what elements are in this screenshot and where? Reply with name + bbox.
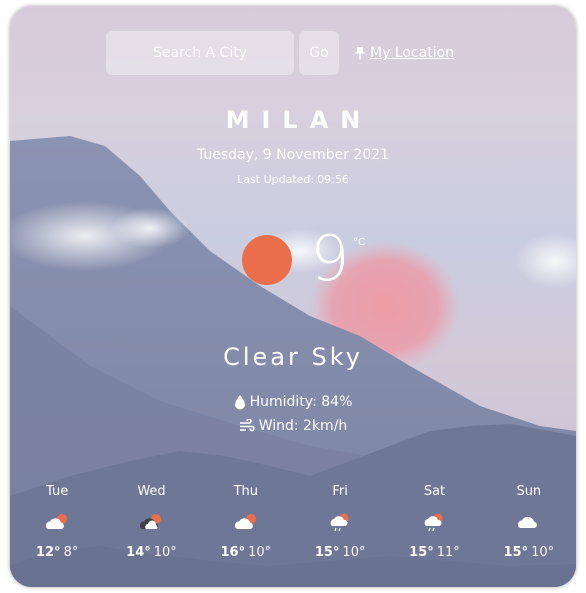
forecast-day: Fri 15° 10°: [293, 484, 387, 560]
low-temp: 10°: [342, 545, 366, 560]
last-updated-time: 09:56: [317, 173, 349, 186]
rain-sun-icon: [387, 505, 481, 539]
cloud-icon: [482, 505, 576, 539]
humidity-label: Humidity:: [249, 394, 317, 410]
my-location-link[interactable]: My Location: [354, 45, 454, 61]
wind-label: Wind:: [258, 418, 299, 434]
pin-icon: [355, 47, 365, 60]
wind-value: 2km/h: [303, 418, 348, 434]
humidity-value: 84%: [321, 394, 353, 410]
day-temps: 14° 10°: [104, 545, 198, 560]
day-name: Tue: [46, 484, 69, 499]
day-temps: 12° 8°: [10, 545, 104, 560]
partly-cloudy-icon: [199, 505, 293, 539]
day-name: Sun: [516, 484, 542, 499]
high-temp: 15°: [503, 545, 529, 560]
day-name: Thu: [233, 484, 259, 499]
forecast-day: Tue 12° 8°: [10, 484, 104, 560]
high-temp: 15°: [314, 545, 340, 560]
droplet-icon: [234, 395, 245, 410]
forecast-day: Sun 15° 10°: [482, 484, 576, 560]
partly-cloudy-icon: [10, 505, 104, 539]
temperature-unit: °C: [353, 237, 365, 248]
low-temp: 10°: [531, 545, 555, 560]
last-updated-label: Last Updated:: [237, 173, 315, 186]
high-temp: 16°: [220, 545, 246, 560]
weather-condition: Clear Sky: [223, 343, 363, 371]
high-temp: 12°: [35, 545, 61, 560]
humidity-row: Humidity: 84%: [10, 394, 576, 410]
day-temps: 15° 10°: [293, 545, 387, 560]
current-temperature: 9: [310, 222, 350, 295]
high-temp: 15°: [409, 545, 434, 560]
day-name: Wed: [137, 484, 166, 499]
wind-row: Wind: 2km/h: [10, 418, 576, 434]
forecast-row: Tue 12° 8° Wed 14° 10° Thu 16° 10° Fri 1…: [10, 484, 576, 560]
day-temps: 15° 11°: [387, 545, 481, 560]
high-temp: 14°: [126, 545, 151, 560]
forecast-day: Thu 16° 10°: [199, 484, 293, 560]
current-date: Tuesday, 9 November 2021: [196, 147, 390, 163]
forecast-day: Wed 14° 10°: [104, 484, 198, 560]
day-name: Sat: [423, 484, 446, 499]
dark-cloud-sun-icon: [104, 505, 198, 539]
my-location-label: My Location: [370, 45, 455, 61]
city-name: MILAN: [225, 106, 373, 134]
city-search-input[interactable]: [106, 31, 294, 75]
rain-sun-icon: [293, 505, 387, 539]
low-temp: 11°: [436, 545, 460, 560]
sun-icon: [242, 235, 292, 285]
search-bar: Go My Location: [106, 31, 454, 75]
low-temp: 8°: [63, 545, 79, 560]
low-temp: 10°: [153, 545, 177, 560]
wind-icon: [239, 419, 255, 432]
day-name: Fri: [332, 484, 348, 499]
forecast-day: Sat 15° 11°: [387, 484, 481, 560]
last-updated: Last Updated: 09:56: [10, 173, 576, 186]
go-button[interactable]: Go: [299, 31, 339, 75]
day-temps: 16° 10°: [199, 545, 293, 560]
day-temps: 15° 10°: [482, 545, 576, 560]
weather-card: Go My Location MILAN Tuesday, 9 November…: [10, 6, 576, 587]
low-temp: 10°: [248, 545, 272, 560]
